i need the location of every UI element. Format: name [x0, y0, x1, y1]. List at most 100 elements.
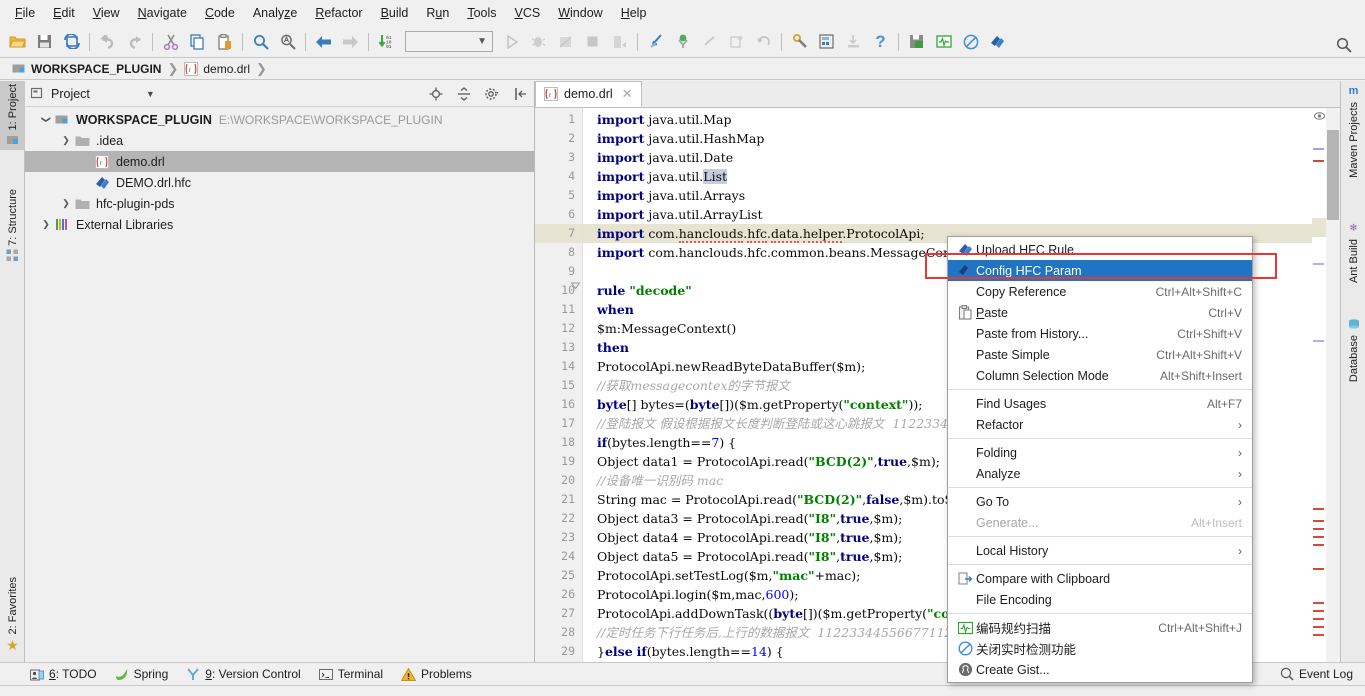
settings-icon[interactable]	[786, 29, 813, 55]
tree-item--idea[interactable]: ❯ .idea	[25, 130, 534, 151]
find-icon[interactable]	[247, 29, 274, 55]
context-menu-item-[interactable]: 编码规约扫描 Ctrl+Alt+Shift+J	[948, 617, 1252, 638]
context-menu-item-find-usages[interactable]: Find Usages Alt+F7	[948, 393, 1252, 414]
search-everywhere-icon[interactable]	[1330, 32, 1357, 58]
code-line-4[interactable]: import java.util.List	[583, 167, 1312, 186]
code-line-2[interactable]: import java.util.HashMap	[583, 129, 1312, 148]
error-marker[interactable]	[1313, 610, 1324, 612]
breadcrumb-item-1[interactable]: r demo.drl	[180, 61, 254, 77]
menu-run[interactable]: Run	[417, 2, 458, 24]
sidebar-item-ant[interactable]: ❄ Ant Build	[1341, 221, 1365, 286]
copy-icon[interactable]	[184, 29, 211, 55]
context-menu-item-upload-hfc-rule[interactable]: Upload HFC Rule	[948, 239, 1252, 260]
menu-code[interactable]: Code	[196, 2, 244, 24]
paste-icon[interactable]	[211, 29, 238, 55]
hide-icon[interactable]	[514, 87, 528, 101]
hfc-upload-icon[interactable]	[984, 29, 1011, 55]
save-all-icon[interactable]	[31, 29, 58, 55]
open-folder-icon[interactable]	[4, 29, 31, 55]
tree-item-workspace-plugin[interactable]: ❯ WORKSPACE_PLUGIN E:\WORKSPACE\WORKSPACE_…	[25, 109, 534, 130]
menu-help[interactable]: Help	[612, 2, 656, 24]
error-marker[interactable]	[1313, 148, 1324, 150]
status-item-problems[interactable]: Problems	[401, 667, 472, 681]
context-menu-item-paste-from-history[interactable]: Paste from History... Ctrl+Shift+V	[948, 323, 1252, 344]
breadcrumb-item-0[interactable]: WORKSPACE_PLUGIN	[8, 61, 165, 77]
error-marker[interactable]	[1313, 160, 1324, 162]
vcs-commit-icon[interactable]	[669, 29, 696, 55]
sync-icon[interactable]	[58, 29, 85, 55]
error-marker[interactable]	[1313, 263, 1324, 265]
tree-item-external-libraries[interactable]: ❯ External Libraries	[25, 214, 534, 235]
menu-refactor[interactable]: Refactor	[306, 2, 371, 24]
tree-item-hfc-plugin-pds[interactable]: ❯ hfc-plugin-pds	[25, 193, 534, 214]
sidebar-item-maven[interactable]: m Maven Projects	[1341, 83, 1365, 181]
chevron-right-icon[interactable]: ❯	[59, 135, 73, 146]
menu-edit[interactable]: Edit	[44, 2, 84, 24]
vcs-update-icon[interactable]	[642, 29, 669, 55]
error-marker[interactable]	[1313, 528, 1324, 530]
context-menu-item-copy-reference[interactable]: Copy Reference Ctrl+Alt+Shift+C	[948, 281, 1252, 302]
status-item-event-log[interactable]: Event Log	[1280, 667, 1353, 681]
context-menu-item-column-selection-mode[interactable]: Column Selection Mode Alt+Shift+Insert	[948, 365, 1252, 386]
status-item-terminal[interactable]: Terminal	[318, 667, 383, 681]
tree-item-demo-drl[interactable]: r demo.drl	[25, 151, 534, 172]
fold-arrow-icon[interactable]	[571, 281, 580, 290]
context-menu-item-folding[interactable]: Folding ›	[948, 442, 1252, 463]
compile-icon[interactable]: 01 10 01	[373, 29, 400, 55]
menu-window[interactable]: Window	[549, 2, 611, 24]
code-line-1[interactable]: import java.util.Map	[583, 110, 1312, 129]
sidebar-item-database[interactable]: Database	[1341, 317, 1365, 385]
project-tree[interactable]: ❯ WORKSPACE_PLUGIN E:\WORKSPACE\WORKSPACE_…	[25, 107, 534, 662]
editor-gutter[interactable]: 1 2 3 4 5 6 7 8 9 10 11 12 13 14 15 16 17 18 19 20 21 22 23 24 2…	[535, 108, 583, 662]
context-menu-item-[interactable]: 关闭实时检测功能	[948, 638, 1252, 659]
hfc-save-icon[interactable]	[903, 29, 930, 55]
locate-icon[interactable]	[429, 87, 443, 101]
cut-icon[interactable]	[157, 29, 184, 55]
context-menu-item-local-history[interactable]: Local History ›	[948, 540, 1252, 561]
context-menu-item-refactor[interactable]: Refactor ›	[948, 414, 1252, 435]
sidebar-item-favorites[interactable]: 2: Favorites ★	[0, 574, 25, 658]
disable-scan-icon[interactable]	[957, 29, 984, 55]
menu-navigate[interactable]: Navigate	[129, 2, 196, 24]
close-icon[interactable]: ✕	[622, 86, 633, 102]
status-item-spring[interactable]: Spring	[115, 667, 168, 681]
structure-icon[interactable]	[813, 29, 840, 55]
context-menu-item-paste[interactable]: Paste Ctrl+V	[948, 302, 1252, 323]
menu-tools[interactable]: Tools	[458, 2, 505, 24]
code-scan-icon[interactable]	[930, 29, 957, 55]
context-menu-item-compare-with-clipboard[interactable]: Compare with Clipboard	[948, 568, 1252, 589]
error-marker[interactable]	[1313, 536, 1324, 538]
error-marker[interactable]	[1313, 520, 1324, 522]
context-menu-item-file-encoding[interactable]: File Encoding	[948, 589, 1252, 610]
context-menu-item-create-gist[interactable]: Create Gist...	[948, 659, 1252, 680]
error-marker[interactable]	[1313, 508, 1324, 510]
run-configuration-select[interactable]: ▼	[405, 31, 493, 52]
error-marker[interactable]	[1313, 626, 1324, 628]
error-marker[interactable]	[1313, 602, 1324, 604]
editor-scrollbar[interactable]	[1326, 108, 1340, 662]
replace-icon[interactable]	[274, 29, 301, 55]
context-menu-item-paste-simple[interactable]: Paste Simple Ctrl+Alt+Shift+V	[948, 344, 1252, 365]
error-marker[interactable]	[1313, 568, 1324, 570]
menu-view[interactable]: View	[84, 2, 129, 24]
code-line-6[interactable]: import java.util.ArrayList	[583, 205, 1312, 224]
context-menu-item-analyze[interactable]: Analyze ›	[948, 463, 1252, 484]
back-icon[interactable]	[310, 29, 337, 55]
error-marker[interactable]	[1313, 340, 1324, 342]
inspection-eye-icon[interactable]	[1314, 111, 1325, 121]
context-menu-item-config-hfc-param[interactable]: Config HFC Param	[948, 260, 1252, 281]
status-item-9--version-control[interactable]: 9: Version Control	[186, 667, 301, 681]
menu-vcs[interactable]: VCS	[506, 2, 550, 24]
editor-tab-demo-drl[interactable]: r demo.drl ✕	[535, 81, 642, 107]
code-line-3[interactable]: import java.util.Date	[583, 148, 1312, 167]
status-item-6--todo[interactable]: 6: TODO	[30, 667, 97, 681]
error-marker[interactable]	[1313, 618, 1324, 620]
sidebar-item-structure[interactable]: 7: Structure	[0, 186, 25, 266]
tree-item-demo-drl-hfc[interactable]: DEMO.drl.hfc	[25, 172, 534, 193]
context-menu-item-go-to[interactable]: Go To ›	[948, 491, 1252, 512]
error-marker[interactable]	[1313, 544, 1324, 546]
menu-build[interactable]: Build	[372, 2, 418, 24]
chevron-right-icon[interactable]: ❯	[59, 198, 73, 209]
sidebar-item-project[interactable]: 1: Project	[0, 81, 25, 151]
chevron-down-icon[interactable]: ▼	[146, 89, 155, 99]
